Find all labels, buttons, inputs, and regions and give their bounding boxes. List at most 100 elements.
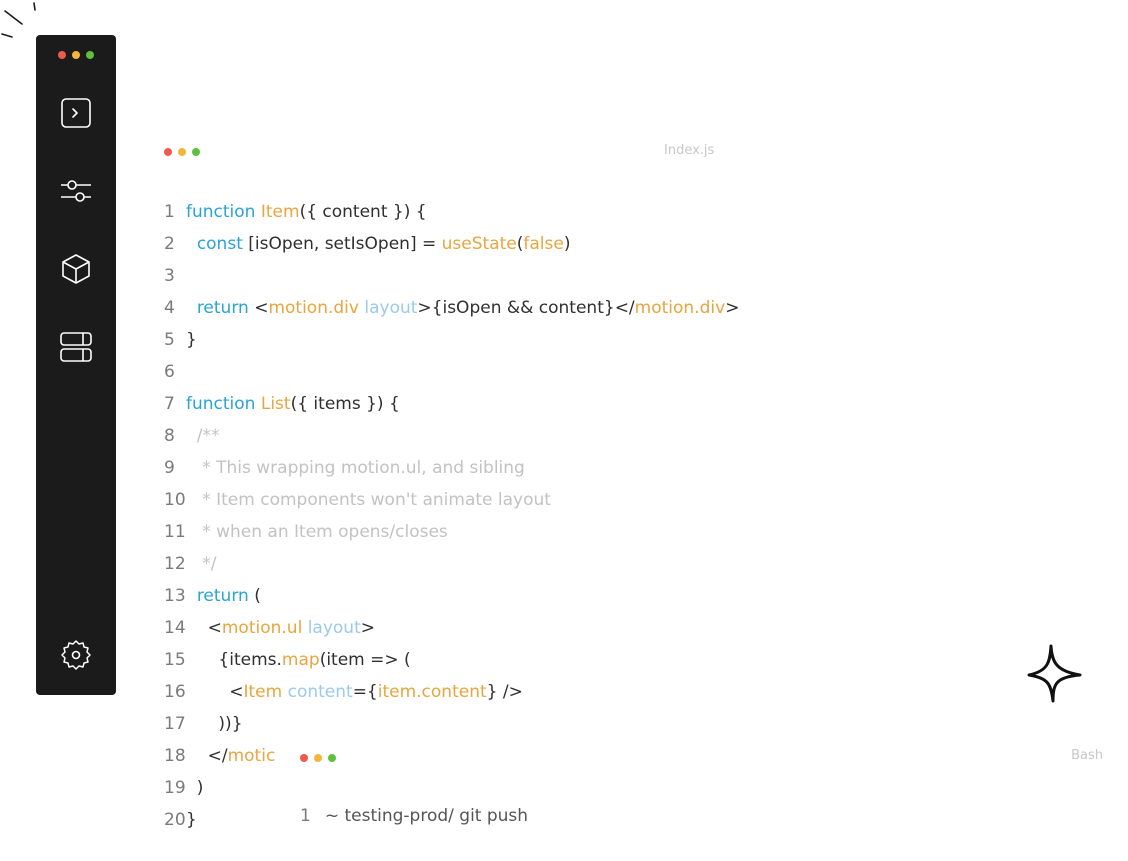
close-dot[interactable]: [300, 754, 308, 762]
close-dot[interactable]: [58, 51, 66, 59]
cube-icon: [62, 254, 90, 284]
code-line[interactable]: 2 const [isOpen, setIsOpen] = useState(f…: [160, 228, 780, 260]
code-token: motion.div: [634, 298, 726, 318]
line-number: 16: [164, 682, 186, 702]
sidebar-item-terminal[interactable]: [59, 96, 93, 130]
code-line[interactable]: 6: [160, 356, 780, 388]
gear-icon: [61, 640, 91, 670]
sidebar-item-settings-sliders[interactable]: [59, 174, 93, 208]
code-token: (item => (: [319, 650, 411, 670]
code-token: </: [186, 746, 228, 766]
line-number: 20: [164, 810, 186, 830]
sparkle-icon: [1027, 644, 1082, 703]
code-token: item.content: [377, 682, 487, 702]
minimize-dot[interactable]: [178, 148, 186, 156]
code-token: }: [186, 330, 197, 350]
terminal-command: ~ testing-prod/ git push: [324, 806, 529, 826]
editor-filename[interactable]: Index.js: [664, 143, 714, 158]
code-token: ): [563, 234, 571, 254]
code-token: * This wrapping motion.ul, and sibling: [186, 458, 525, 478]
line-code: <Item content={item.content} />: [186, 676, 523, 708]
line-code: </motic: [186, 740, 276, 772]
code-line[interactable]: 9 * This wrapping motion.ul, and sibling: [160, 452, 780, 484]
code-token: List: [260, 394, 291, 414]
line-number: 2: [164, 234, 175, 254]
code-token: map: [281, 650, 320, 670]
line-code: return <motion.div layout>{isOpen && con…: [186, 292, 740, 324]
code-line[interactable]: 4 return <motion.div layout>{isOpen && c…: [160, 292, 780, 324]
line-number: 3: [164, 266, 175, 286]
line-code: ): [186, 772, 204, 804]
code-token: ={: [352, 682, 378, 702]
line-number: 12: [164, 554, 186, 574]
code-token: (: [248, 586, 261, 606]
code-token: ): [186, 778, 204, 798]
terminal-window: Bash 1 ~ testing-prod/ git push: [278, 740, 1128, 861]
code-token: motic: [227, 746, 276, 766]
maximize-dot[interactable]: [192, 148, 200, 156]
code-token: <: [186, 682, 244, 702]
code-token: <: [186, 618, 222, 638]
line-number: 15: [164, 650, 186, 670]
terminal-window-controls: [300, 754, 336, 762]
line-code: {items.map(item => (: [186, 644, 411, 676]
code-token: }: [186, 810, 197, 830]
sidebar-item-packages[interactable]: [59, 252, 93, 286]
code-token: * when an Item opens/closes: [186, 522, 448, 542]
line-code: function List({ items }) {: [186, 388, 400, 420]
code-token: const: [196, 234, 243, 254]
code-line[interactable]: 7 function List({ items }) {: [160, 388, 780, 420]
sidebar: [36, 35, 116, 695]
code-line[interactable]: 10 * Item components won't animate layou…: [160, 484, 780, 516]
terminal-command-line[interactable]: 1 ~ testing-prod/ git push: [300, 806, 528, 826]
code-line[interactable]: 17 ))}: [160, 708, 780, 740]
terminal-icon: [61, 98, 91, 128]
terminal-line-number: 1: [300, 806, 311, 826]
code-line[interactable]: 16 <Item content={item.content} />: [160, 676, 780, 708]
line-number: 11: [164, 522, 186, 542]
code-line[interactable]: 13 return (: [160, 580, 780, 612]
code-line[interactable]: 5}: [160, 324, 780, 356]
maximize-dot[interactable]: [328, 754, 336, 762]
close-dot[interactable]: [164, 148, 172, 156]
sidebar-settings-button[interactable]: [59, 638, 93, 672]
line-number: 4: [164, 298, 175, 318]
code-line[interactable]: 15 {items.map(item => (: [160, 644, 780, 676]
maximize-dot[interactable]: [86, 51, 94, 59]
decorative-strokes: [1, 2, 36, 38]
line-number: 18: [164, 746, 186, 766]
line-code: return (: [186, 580, 261, 612]
code-line[interactable]: 12 */: [160, 548, 780, 580]
code-line[interactable]: 11 * when an Item opens/closes: [160, 516, 780, 548]
line-number: 7: [164, 394, 175, 414]
code-token: >: [725, 298, 740, 318]
line-number: 5: [164, 330, 175, 350]
code-token: >: [360, 618, 375, 638]
editor-window-controls: [164, 148, 200, 156]
line-number: 9: [164, 458, 175, 478]
code-token: motion.ul: [221, 618, 303, 638]
line-code: const [isOpen, setIsOpen] = useState(fal…: [186, 228, 571, 260]
code-token: layout: [307, 618, 361, 638]
code-token: function: [186, 394, 261, 414]
code-line[interactable]: 1 function Item({ content }) {: [160, 196, 780, 228]
code-line[interactable]: 8 /**: [160, 420, 780, 452]
line-code: * Item components won't animate layout: [186, 484, 551, 516]
sidebar-item-servers[interactable]: [59, 330, 93, 364]
sliders-icon: [61, 180, 91, 202]
code-token: motion.div: [268, 298, 359, 318]
code-line[interactable]: 3: [160, 260, 780, 292]
line-number: 1: [164, 202, 175, 222]
code-token: [isOpen, setIsOpen] =: [242, 234, 442, 254]
code-token: content: [287, 682, 353, 702]
code-token: ({ items }) {: [290, 394, 400, 414]
minimize-dot[interactable]: [72, 51, 80, 59]
minimize-dot[interactable]: [314, 754, 322, 762]
code-token: Item: [260, 202, 300, 222]
code-line[interactable]: 14 <motion.ul layout>: [160, 612, 780, 644]
code-token: ({ content }) {: [299, 202, 427, 222]
window-controls: [58, 51, 94, 59]
code-token: */: [186, 554, 217, 574]
